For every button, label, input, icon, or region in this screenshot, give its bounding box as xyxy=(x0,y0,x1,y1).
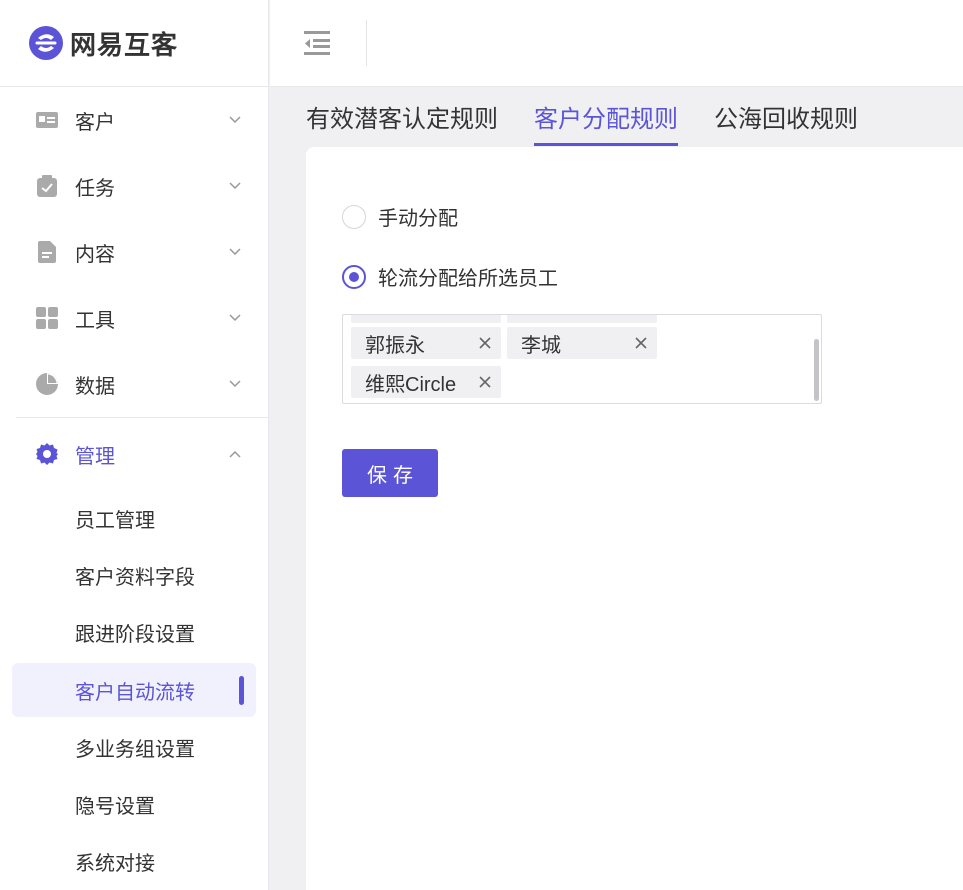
rule-tabs: 有效潜客认定规则 客户分配规则 公海回收规则 xyxy=(306,87,894,147)
chevron-down-icon xyxy=(228,113,242,127)
radio-label: 手动分配 xyxy=(378,208,458,230)
tab-public-pool-recovery-rules[interactable]: 公海回收规则 xyxy=(714,87,858,146)
top-header xyxy=(270,0,963,87)
tab-customer-assignment-rules[interactable]: 客户分配规则 xyxy=(534,87,678,146)
radio-manual-assign[interactable]: 手动分配 xyxy=(342,202,458,231)
chevron-down-icon xyxy=(228,245,242,259)
close-icon[interactable] xyxy=(477,374,493,390)
tag-label: 李城 xyxy=(521,334,561,357)
gear-icon xyxy=(36,443,58,465)
sidebar-item-tools[interactable]: 工具 xyxy=(0,285,268,351)
tab-valid-lead-rules[interactable]: 有效潜客认定规则 xyxy=(306,87,498,146)
close-icon[interactable] xyxy=(633,335,649,351)
sidebar-item-customers[interactable]: 客户 xyxy=(0,87,268,153)
sidebar-item-label: 任务 xyxy=(75,177,115,200)
scrollbar[interactable] xyxy=(814,339,819,401)
task-clipboard-icon xyxy=(36,175,58,197)
radio-round-robin-assign[interactable]: 轮流分配给所选员工 xyxy=(342,262,558,291)
sidebar-item-label: 内容 xyxy=(75,243,115,266)
tag-label: 维熙Circle xyxy=(365,373,457,396)
chevron-down-icon xyxy=(228,377,242,391)
sub-item-business-groups[interactable]: 多业务组设置 xyxy=(0,719,268,776)
sub-item-customer-auto-transfer[interactable]: 客户自动流转 xyxy=(12,663,256,717)
logo-icon xyxy=(29,26,63,60)
sub-item-customer-fields[interactable]: 客户资料字段 xyxy=(0,547,268,604)
sub-item-follow-up-stages[interactable]: 跟进阶段设置 xyxy=(0,604,268,661)
employee-select-box[interactable]: 郭振永 李城 维熙Circle xyxy=(342,314,822,404)
sidebar-item-label: 客户 xyxy=(75,111,115,134)
radio-button-checked[interactable] xyxy=(342,264,366,289)
sidebar-item-data[interactable]: 数据 xyxy=(0,351,268,417)
close-icon[interactable] xyxy=(477,335,493,351)
tag-hidden-top xyxy=(351,315,501,323)
chevron-down-icon xyxy=(228,179,242,193)
document-icon xyxy=(36,241,58,263)
sub-item-system-integration[interactable]: 系统对接 xyxy=(0,833,268,890)
sidebar-item-tasks[interactable]: 任务 xyxy=(0,153,268,219)
sidebar-item-content[interactable]: 内容 xyxy=(0,219,268,285)
radio-button[interactable] xyxy=(342,204,366,229)
grid-icon xyxy=(36,307,58,329)
sidebar-item-label: 数据 xyxy=(75,375,115,398)
sub-item-employee-management[interactable]: 员工管理 xyxy=(0,490,268,547)
collapse-menu-icon[interactable] xyxy=(304,30,332,56)
sidebar-item-label: 工具 xyxy=(75,309,115,332)
logo[interactable]: 网易互客 xyxy=(0,0,268,87)
sidebar-menu: 客户 任务 内容 工具 数据 管理 员工管理 客户资料字段 跟进阶段设置 客户自… xyxy=(0,87,268,890)
chevron-down-icon xyxy=(228,311,242,325)
radio-label: 轮流分配给所选员工 xyxy=(378,268,558,290)
sub-item-hidden-number[interactable]: 隐号设置 xyxy=(0,776,268,833)
tag-label: 郭振永 xyxy=(365,334,425,357)
sidebar-item-management[interactable]: 管理 xyxy=(0,418,268,490)
employee-tag: 郭振永 xyxy=(351,327,501,359)
save-button[interactable]: 保存 xyxy=(342,449,438,497)
employee-tag: 李城 xyxy=(507,327,657,359)
content-panel: 手动分配 轮流分配给所选员工 郭振永 李城 维熙Circle 保存 xyxy=(306,147,963,890)
employee-tag: 维熙Circle xyxy=(351,366,501,398)
header-divider xyxy=(366,20,367,66)
sidebar-item-label: 管理 xyxy=(75,445,115,468)
sidebar: 网易互客 客户 任务 内容 工具 数据 管理 员工管理 客户资料字段 跟进阶段设… xyxy=(0,0,269,890)
id-card-icon xyxy=(36,109,58,131)
tag-hidden-top xyxy=(507,315,657,323)
chevron-up-icon xyxy=(228,447,242,461)
pie-chart-icon xyxy=(36,373,58,395)
app-name: 网易互客 xyxy=(70,29,179,60)
